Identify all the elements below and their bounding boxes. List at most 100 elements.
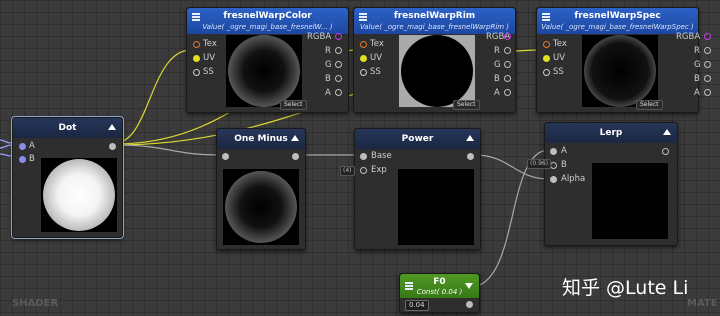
port-label: B xyxy=(494,74,500,84)
a-port-icon[interactable] xyxy=(19,143,26,150)
g-port-icon[interactable] xyxy=(335,61,342,68)
b-port-icon[interactable] xyxy=(19,156,26,163)
port-label: B xyxy=(561,160,567,170)
node-header[interactable]: fresnelWarpColor Value( _ogre_magi_base_… xyxy=(187,8,348,34)
menu-icon[interactable] xyxy=(359,13,367,21)
b-default-value[interactable]: (0.96) xyxy=(527,159,552,169)
port-label: B xyxy=(325,74,331,84)
node-dot[interactable]: Dot A B xyxy=(11,116,124,239)
r-port-icon[interactable] xyxy=(504,47,511,54)
collapse-arrow-icon[interactable] xyxy=(466,135,474,141)
node-preview xyxy=(41,158,117,232)
port-label: A xyxy=(29,141,35,151)
output-port-icon[interactable] xyxy=(467,153,474,160)
collapse-arrow-icon[interactable] xyxy=(108,124,116,130)
input-port-icon[interactable] xyxy=(222,153,229,160)
a-port-icon[interactable] xyxy=(550,148,557,155)
port-label: Tex xyxy=(203,39,217,49)
collapse-arrow-icon[interactable] xyxy=(663,129,671,135)
material-corner-label: MATE xyxy=(687,298,718,309)
tex-port-icon[interactable] xyxy=(360,41,367,48)
output-port-icon[interactable] xyxy=(292,153,299,160)
node-fresnel-warp-rim[interactable]: fresnelWarpRim Value( _ogre_magi_base_fr… xyxy=(353,7,516,113)
r-port-icon[interactable] xyxy=(704,47,711,54)
node-subtitle: Value( _ogre_magi_base_fresnelWarpSpec ) xyxy=(541,23,694,31)
port-label: SS xyxy=(370,67,381,77)
node-title: fresnelWarpRim xyxy=(393,11,476,21)
port-label: RGBA xyxy=(676,32,701,42)
ss-port-icon[interactable] xyxy=(193,69,200,76)
node-header[interactable]: Lerp xyxy=(545,123,677,143)
port-label: G xyxy=(694,60,701,70)
f0-value-field[interactable]: 0.04 xyxy=(405,300,429,311)
port-label: RGBA xyxy=(307,32,332,42)
port-label: UV xyxy=(203,53,216,63)
port-label: SS xyxy=(203,67,214,77)
port-label: A xyxy=(694,88,700,98)
port-label: Tex xyxy=(370,39,384,49)
rgba-port-icon[interactable] xyxy=(704,33,711,40)
select-badge[interactable]: Select xyxy=(453,100,480,110)
node-fresnel-warp-spec[interactable]: fresnelWarpSpec Value( _ogre_magi_base_f… xyxy=(536,7,699,113)
node-header[interactable]: F0 Const( 0.04 ) xyxy=(400,274,479,298)
node-title: F0 xyxy=(433,277,446,287)
menu-icon[interactable] xyxy=(192,13,200,21)
alpha-port-icon[interactable] xyxy=(550,176,557,183)
r-port-icon[interactable] xyxy=(335,47,342,54)
b-port-icon[interactable] xyxy=(504,75,511,82)
b-port-icon[interactable] xyxy=(335,75,342,82)
node-title: Lerp xyxy=(599,128,623,138)
port-label: A xyxy=(325,88,331,98)
a-port-icon[interactable] xyxy=(704,89,711,96)
rgba-port-icon[interactable] xyxy=(335,33,342,40)
uv-port-icon[interactable] xyxy=(193,55,200,62)
exp-port-icon[interactable] xyxy=(360,167,367,174)
port-label: Alpha xyxy=(561,174,586,184)
node-one-minus[interactable]: One Minus xyxy=(216,128,306,250)
exp-default-value[interactable]: (4) xyxy=(340,166,355,176)
shader-corner-label: SHADER xyxy=(12,298,59,309)
rgba-port-icon[interactable] xyxy=(504,33,511,40)
tex-port-icon[interactable] xyxy=(543,41,550,48)
tex-port-icon[interactable] xyxy=(193,41,200,48)
node-preview xyxy=(223,169,299,245)
node-header[interactable]: One Minus xyxy=(217,129,305,149)
g-port-icon[interactable] xyxy=(504,61,511,68)
node-header[interactable]: Dot xyxy=(13,118,122,138)
b-port-icon[interactable] xyxy=(704,75,711,82)
ss-port-icon[interactable] xyxy=(543,69,550,76)
expand-arrow-icon[interactable] xyxy=(465,283,473,289)
base-port-icon[interactable] xyxy=(360,153,367,160)
b-port-icon[interactable] xyxy=(550,162,557,169)
node-f0[interactable]: F0 Const( 0.04 ) 0.04 xyxy=(399,273,480,313)
a-port-icon[interactable] xyxy=(335,89,342,96)
uv-port-icon[interactable] xyxy=(360,55,367,62)
a-port-icon[interactable] xyxy=(504,89,511,96)
uv-port-icon[interactable] xyxy=(543,55,550,62)
port-label: Tex xyxy=(553,39,567,49)
port-label: R xyxy=(694,46,700,56)
port-label: G xyxy=(494,60,501,70)
port-label: B xyxy=(29,154,35,164)
menu-icon[interactable] xyxy=(405,282,413,290)
port-label: UV xyxy=(553,53,566,63)
node-preview xyxy=(398,169,474,245)
select-badge[interactable]: Select xyxy=(280,100,307,110)
node-header[interactable]: fresnelWarpSpec Value( _ogre_magi_base_f… xyxy=(537,8,698,34)
node-lerp[interactable]: Lerp A B Alpha xyxy=(544,122,678,246)
output-port-icon[interactable] xyxy=(109,143,116,150)
ss-port-icon[interactable] xyxy=(360,69,367,76)
output-port-icon[interactable] xyxy=(466,301,473,308)
output-port-icon[interactable] xyxy=(662,148,669,155)
port-label: A xyxy=(494,88,500,98)
node-header[interactable]: Power xyxy=(355,129,480,149)
menu-icon[interactable] xyxy=(542,13,550,21)
node-graph-canvas[interactable]: fresnelWarpColor Value( _ogre_magi_base_… xyxy=(0,0,720,316)
port-label: Base xyxy=(371,151,392,161)
select-badge[interactable]: Select xyxy=(636,100,663,110)
collapse-arrow-icon[interactable] xyxy=(291,135,299,141)
node-header[interactable]: fresnelWarpRim Value( _ogre_magi_base_fr… xyxy=(354,8,515,34)
node-power[interactable]: Power Base Exp xyxy=(354,128,481,250)
g-port-icon[interactable] xyxy=(704,61,711,68)
texture-preview xyxy=(399,35,475,107)
